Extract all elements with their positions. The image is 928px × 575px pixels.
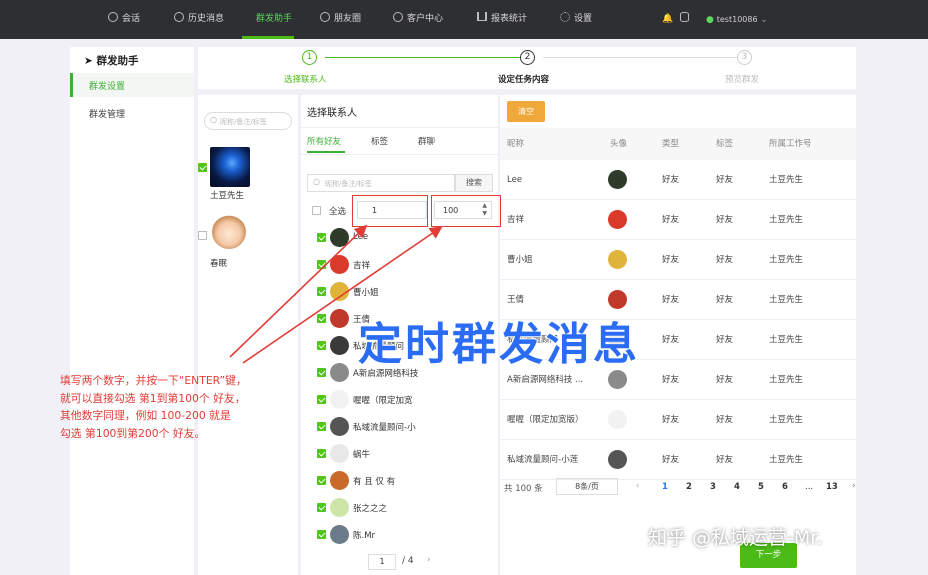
note-line: 勾选 第100到第200个 好友。	[60, 426, 206, 440]
note-line: 就可以直接勾选 第1到第100个 好友，	[60, 391, 246, 405]
instruction-note: 填写两个数字，并按一下“ENTER”键， 就可以直接勾选 第1到第100个 好友…	[60, 372, 247, 442]
annotation-arrows	[229, 224, 443, 364]
watermark: 知乎 @私域运营-Mr.	[648, 527, 823, 549]
note-line: 填写两个数字，并按一下“ENTER”键，	[60, 374, 247, 387]
note-line: 其他数字同理，例如 100-200 就是	[60, 409, 231, 422]
arrow-to-from-input	[229, 224, 368, 358]
overlay-title: 定时群发消息	[357, 318, 640, 371]
